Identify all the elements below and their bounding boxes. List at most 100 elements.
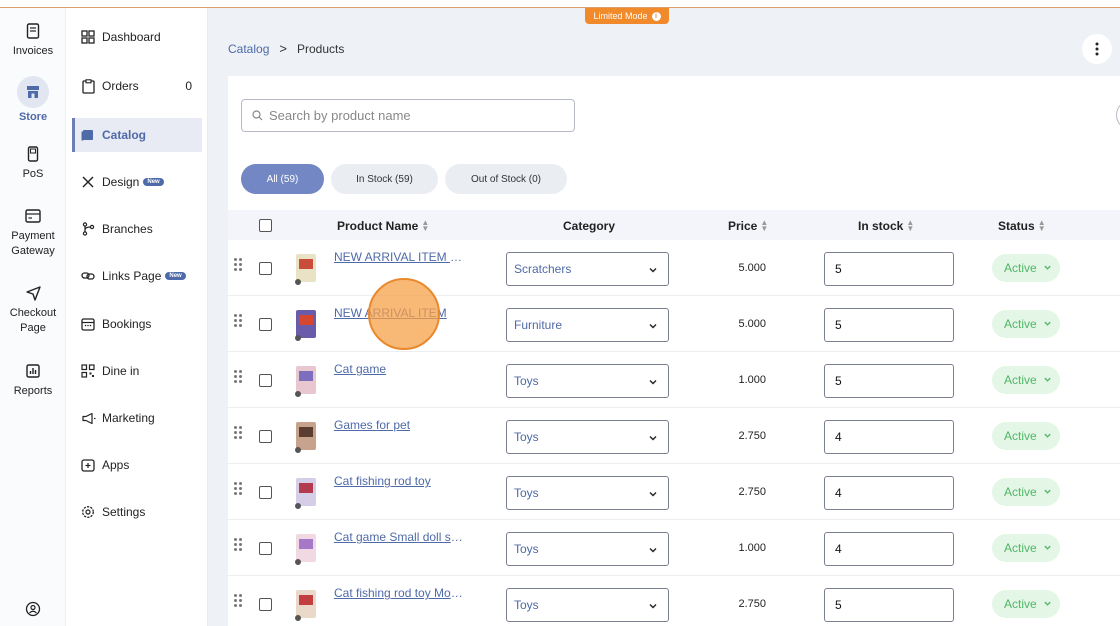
rail-item-payment-gateway[interactable]: Payment Gateway (0, 207, 66, 259)
select-all-checkbox[interactable] (259, 219, 272, 232)
product-name-link[interactable]: NEW ARRIVAL ITEM 111 (334, 250, 466, 264)
filter-chip-all[interactable]: All (59) (241, 164, 324, 194)
drag-handle-icon[interactable] (234, 370, 244, 386)
table-row[interactable]: Cat fishing rod toy Mouse... Toys 2.750 5 Ac… (228, 576, 1120, 626)
product-name-link[interactable]: Cat game (334, 362, 386, 376)
product-name-link[interactable]: Cat fishing rod toy (334, 474, 431, 488)
sidebar-item-branches[interactable]: Branches (72, 212, 202, 246)
sidebar-item-label: Dine in (102, 364, 140, 378)
column-label: Price (728, 219, 758, 233)
stock-input[interactable]: 4 (824, 476, 954, 510)
status-dropdown[interactable]: Active (992, 590, 1060, 618)
sidebar-item-catalog[interactable]: Catalog (72, 118, 202, 152)
drag-handle-icon[interactable] (234, 314, 244, 330)
table-row[interactable]: Cat fishing rod toy Toys 2.750 4 Active (228, 464, 1120, 520)
product-name-link[interactable]: Cat game Small doll shape (334, 530, 466, 544)
stock-input[interactable]: 4 (824, 420, 954, 454)
sidebar-item-bookings[interactable]: Bookings (72, 307, 202, 341)
search-placeholder: Search by product name (269, 108, 411, 123)
category-select[interactable]: Toys (506, 588, 669, 622)
chevron-down-icon (1043, 261, 1052, 275)
account-icon[interactable] (25, 601, 41, 617)
status-label: Active (1004, 485, 1037, 499)
search-icon (252, 110, 263, 121)
sidebar-item-dine-in[interactable]: Dine in (72, 354, 202, 388)
kebab-icon (1095, 42, 1099, 56)
column-in-stock[interactable]: In stock ▲ ▼ (858, 219, 914, 234)
filter-chip-out-of-stock[interactable]: Out of Stock (0) (445, 164, 567, 194)
drag-handle-icon[interactable] (234, 594, 244, 610)
orders-count: 0 (185, 79, 192, 93)
rail-item-pos[interactable]: PoS (0, 145, 66, 182)
table-row[interactable]: NEW ARRIVAL ITEMFurniture5.0005Active (228, 296, 1120, 352)
sidebar-item-apps[interactable]: Apps (72, 448, 202, 482)
column-price[interactable]: Price ▲ ▼ (728, 218, 769, 234)
drag-handle-icon[interactable] (234, 258, 244, 274)
row-checkbox[interactable] (259, 542, 272, 555)
status-dropdown[interactable]: Active (992, 366, 1060, 394)
row-checkbox[interactable] (259, 598, 272, 611)
category-select[interactable]: Furniture (506, 308, 669, 342)
sidebar-item-label: Dashboard (102, 30, 161, 44)
status-dropdown[interactable]: Active (992, 478, 1060, 506)
sidebar-item-design[interactable]: Design New (72, 165, 202, 199)
category-select[interactable]: Scratchers (506, 252, 669, 286)
sidebar-item-settings[interactable]: Settings (72, 495, 202, 529)
category-select[interactable]: Toys (506, 364, 669, 398)
category-value: Scratchers (514, 262, 572, 276)
stock-input[interactable]: 5 (824, 308, 954, 342)
table-row[interactable]: Games for pet Toys 2.750 4 Active (228, 408, 1120, 464)
category-select[interactable]: Toys (506, 420, 669, 454)
sidebar-item-dashboard[interactable]: Dashboard (72, 20, 202, 54)
drag-handle-icon[interactable] (234, 538, 244, 554)
rail-item-reports[interactable]: Reports (0, 362, 66, 399)
category-select[interactable]: Toys (506, 532, 669, 566)
limited-mode-banner[interactable]: Limited Mode i (585, 8, 669, 24)
status-dropdown[interactable]: Active (992, 422, 1060, 450)
status-dropdown[interactable]: Active (992, 254, 1060, 282)
stock-input[interactable]: 5 (824, 588, 954, 622)
row-checkbox[interactable] (259, 430, 272, 443)
chevron-down-icon (1043, 317, 1052, 331)
category-value: Toys (514, 542, 539, 556)
row-checkbox[interactable] (259, 318, 272, 331)
sidebar-item-links-page[interactable]: Links Page New (72, 259, 202, 293)
row-checkbox[interactable] (259, 374, 272, 387)
product-thumbnail (288, 530, 326, 568)
rail-item-invoices[interactable]: Invoices (0, 22, 66, 59)
dashboard-icon (80, 29, 96, 45)
rail-item-checkout-page[interactable]: Checkout Page (0, 284, 66, 336)
sidebar-item-marketing[interactable]: Marketing (72, 401, 202, 435)
add-button[interactable] (1116, 100, 1120, 130)
stock-filters: All (59) In Stock (59) Out of Stock (0) (241, 164, 567, 194)
more-options-button[interactable] (1082, 34, 1112, 64)
drag-handle-icon[interactable] (234, 426, 244, 442)
product-name-link[interactable]: Cat fishing rod toy Mouse... (334, 586, 466, 600)
stock-input[interactable]: 5 (824, 252, 954, 286)
status-dropdown[interactable]: Active (992, 310, 1060, 338)
rail-item-store[interactable]: Store (0, 76, 66, 125)
search-input[interactable]: Search by product name (241, 99, 575, 132)
column-status[interactable]: Status ▲ ▼ (998, 218, 1046, 234)
category-select[interactable]: Toys (506, 476, 669, 510)
new-badge: New (165, 272, 186, 280)
stock-input[interactable]: 5 (824, 364, 954, 398)
table-row[interactable]: NEW ARRIVAL ITEM 111 Scratchers 5.000 5 Acti… (228, 240, 1120, 296)
column-product-name[interactable]: Product Name ▲ ▼ (337, 219, 429, 234)
category-value: Toys (514, 598, 539, 612)
sort-icon: ▲ ▼ (760, 218, 769, 233)
table-row[interactable]: Cat game Small doll shape Toys 1.000 4 Activ… (228, 520, 1120, 576)
row-checkbox[interactable] (259, 486, 272, 499)
info-icon[interactable]: i (651, 11, 661, 21)
filter-chip-in-stock[interactable]: In Stock (59) (331, 164, 438, 194)
sort-icon: ▲ ▼ (1037, 218, 1046, 233)
product-name-link[interactable]: Games for pet (334, 418, 410, 432)
drag-handle-icon[interactable] (234, 482, 244, 498)
chevron-down-icon (648, 600, 658, 614)
row-checkbox[interactable] (259, 262, 272, 275)
breadcrumb-catalog-link[interactable]: Catalog (228, 42, 269, 56)
stock-input[interactable]: 4 (824, 532, 954, 566)
sidebar-item-orders[interactable]: Orders 0 (72, 69, 202, 103)
status-dropdown[interactable]: Active (992, 534, 1060, 562)
table-row[interactable]: Cat game Toys 1.000 5 Active (228, 352, 1120, 408)
